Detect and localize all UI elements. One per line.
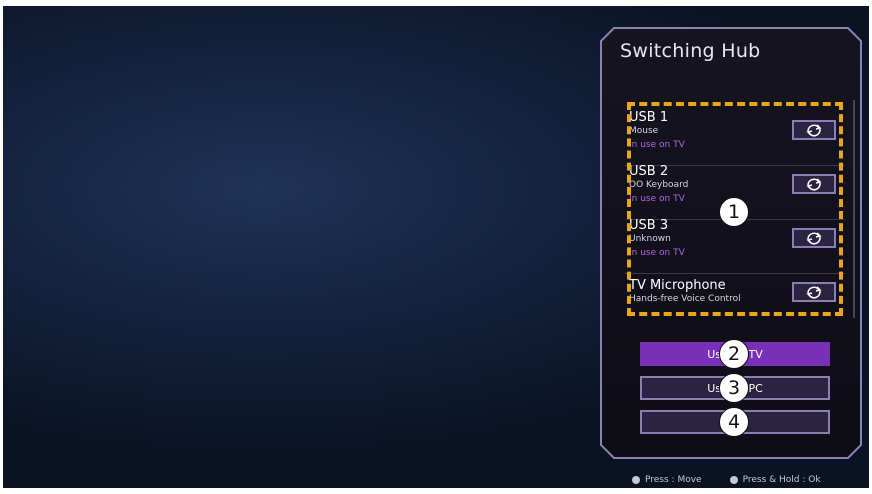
scrollbar[interactable] <box>853 100 855 318</box>
callout-marker-3: 3 <box>719 373 749 403</box>
hint-move: Press : Move <box>632 475 702 485</box>
callout-marker-1: 1 <box>719 197 749 227</box>
button-dot-icon <box>632 476 640 484</box>
hint-move-label: Press : Move <box>645 475 702 485</box>
remote-hints: Press : Move Press & Hold : Ok <box>632 475 821 485</box>
button-dot-icon <box>729 476 738 484</box>
callout-marker-2: 2 <box>719 339 749 369</box>
panel-title: Switching Hub <box>620 40 761 62</box>
callout-marker-4: 4 <box>719 407 749 437</box>
hint-hold: Press & Hold : Ok <box>729 475 821 485</box>
hint-hold-label: Press & Hold : Ok <box>742 475 821 485</box>
